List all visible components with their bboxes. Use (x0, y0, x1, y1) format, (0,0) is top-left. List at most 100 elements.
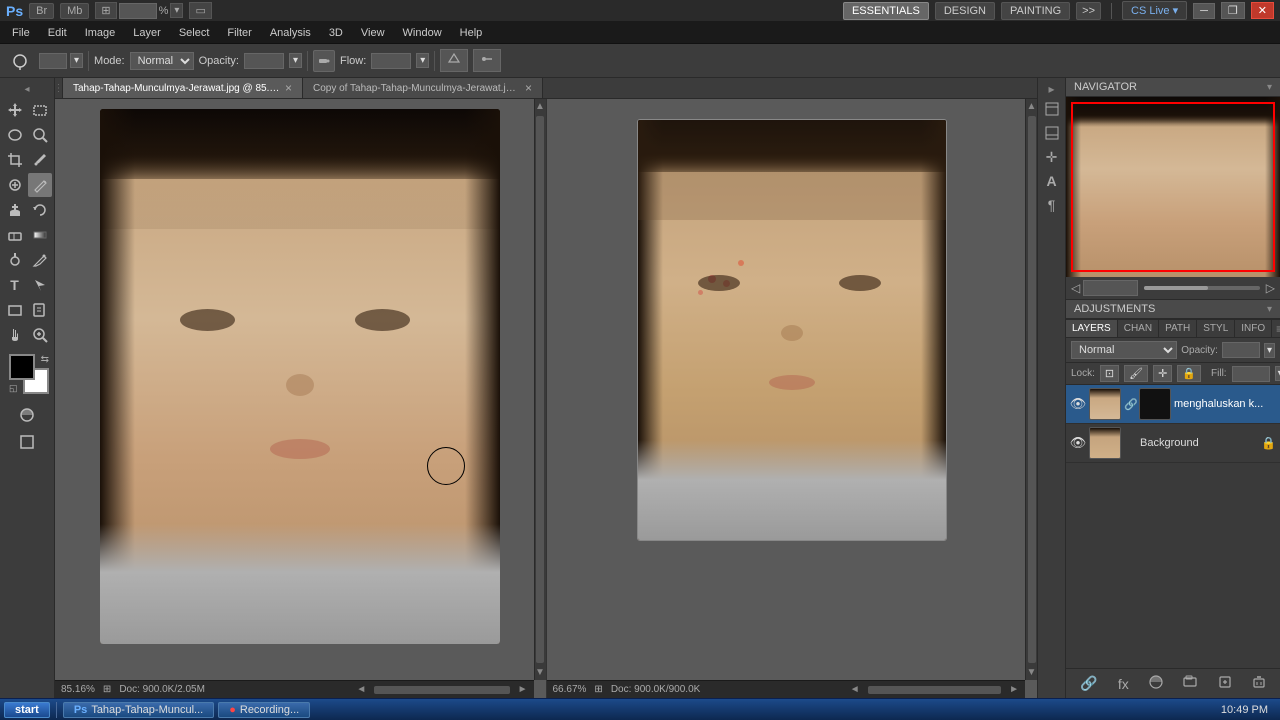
right-tool-5[interactable]: ¶ (1041, 194, 1063, 216)
menu-help[interactable]: Help (452, 25, 491, 41)
add-mask-btn[interactable] (1145, 673, 1167, 694)
essentials-btn[interactable]: ESSENTIALS (843, 2, 929, 20)
fill-dropdown[interactable]: ▾ (1275, 366, 1280, 381)
eyedropper-tool[interactable] (28, 148, 52, 172)
screen-btn[interactable]: ▭ (189, 2, 211, 19)
flow-input[interactable]: 100% (371, 53, 411, 69)
move-tool[interactable] (3, 98, 27, 122)
layer-item-menghaluskan[interactable]: 👁 🔗 menghaluskan k... (1066, 385, 1280, 424)
lasso-tool[interactable] (3, 123, 27, 147)
menu-file[interactable]: File (4, 25, 38, 41)
fill-input[interactable]: 100% (1232, 366, 1270, 382)
pen-tool[interactable] (28, 248, 52, 272)
quick-mask-btn[interactable] (15, 403, 39, 427)
bridge-button[interactable]: Br (29, 3, 54, 19)
menu-layer[interactable]: Layer (125, 25, 169, 41)
zoom-input[interactable]: 85.2 (119, 3, 157, 19)
styl-tab[interactable]: STYL (1197, 320, 1235, 337)
more-workspaces[interactable]: >> (1076, 2, 1101, 20)
nav-zoom-slider[interactable] (1144, 286, 1260, 290)
lock-image-btn[interactable]: 🖌 (1124, 365, 1148, 382)
mode-select[interactable]: Normal (130, 52, 194, 70)
menu-edit[interactable]: Edit (40, 25, 75, 41)
menu-analysis[interactable]: Analysis (262, 25, 319, 41)
menu-3d[interactable]: 3D (321, 25, 351, 41)
layer-style-btn[interactable]: fx (1114, 673, 1133, 694)
menu-image[interactable]: Image (77, 25, 124, 41)
navigator-collapse[interactable]: ▾ (1267, 82, 1272, 93)
rectangular-marquee-tool[interactable] (28, 98, 52, 122)
brush-size-down[interactable]: ▾ (70, 53, 83, 68)
adjustments-collapse[interactable]: ▾ (1267, 304, 1272, 315)
blend-mode-select[interactable]: Normal (1071, 341, 1177, 359)
opacity-input[interactable]: 100% (244, 53, 284, 69)
right-canvas[interactable]: ▲ ▼ 66.67% ⊞ Doc: 900.0K/900.0K ◄ ► (547, 99, 1038, 698)
right-tool-2[interactable] (1041, 122, 1063, 144)
path-select-tool[interactable] (28, 273, 52, 297)
nav-zoom-out[interactable]: ◁ (1071, 281, 1080, 295)
layer-eye-background[interactable]: 👁 (1070, 435, 1086, 451)
path-tab[interactable]: PATH (1159, 320, 1197, 337)
layer-item-background[interactable]: 👁 Background 🔒 (1066, 424, 1280, 463)
left-canvas-tab[interactable]: Tahap-Tahap-Munculmya-Jerawat.jpg @ 85.2… (63, 78, 303, 98)
lock-all-btn[interactable]: 🔒 (1177, 365, 1201, 382)
left-tab-close[interactable]: × (285, 81, 292, 95)
clone-stamp-tool[interactable] (3, 198, 27, 222)
swap-colors-icon[interactable]: ⇆ (41, 354, 49, 365)
zoom-control[interactable]: ⊞ 85.2 % ▾ (95, 2, 183, 19)
opacity-arrow[interactable]: ▾ (289, 53, 302, 68)
crop-tool[interactable] (3, 148, 27, 172)
new-layer-btn[interactable] (1214, 673, 1236, 694)
brush-tool[interactable] (28, 173, 52, 197)
menu-select[interactable]: Select (171, 25, 218, 41)
opacity-dropdown[interactable]: ▾ (1264, 343, 1275, 358)
left-scroll-left[interactable]: ◄ (356, 684, 366, 695)
default-colors-icon[interactable]: ◱ (9, 383, 18, 394)
eraser-tool[interactable] (3, 223, 27, 247)
brush-size-input[interactable]: 40 (39, 53, 67, 69)
painting-btn[interactable]: PAINTING (1001, 2, 1070, 20)
right-vscroll-down[interactable]: ▼ (1025, 665, 1037, 680)
taskbar-ps-item[interactable]: Ps Tahap-Tahap-Muncul... (63, 702, 214, 718)
design-btn[interactable]: DESIGN (935, 2, 995, 20)
right-vscroll-up[interactable]: ▲ (1025, 99, 1037, 114)
right-tool-1[interactable] (1041, 98, 1063, 120)
layers-tab[interactable]: LAYERS (1066, 320, 1118, 337)
menu-filter[interactable]: Filter (219, 25, 259, 41)
zoom-tool[interactable] (28, 323, 52, 347)
tablet-pressure-btn[interactable] (440, 49, 468, 72)
right-zoom-icon[interactable]: ⊞ (594, 684, 602, 695)
panel-toggle[interactable]: ▸ (1048, 82, 1054, 96)
vscroll-up[interactable]: ▲ (533, 99, 546, 114)
lock-transparent-btn[interactable]: ⊡ (1100, 365, 1119, 382)
history-brush-tool[interactable] (28, 198, 52, 222)
taskbar-recording-item[interactable]: ● Recording... (218, 702, 310, 718)
link-layers-btn[interactable]: 🔗 (1076, 673, 1101, 694)
flow-arrow[interactable]: ▾ (416, 53, 429, 68)
left-vscroll[interactable]: ▲ ▼ (534, 99, 546, 680)
gradient-tool[interactable] (28, 223, 52, 247)
vscroll-down[interactable]: ▼ (533, 665, 546, 680)
zoom-arrange[interactable]: ⊞ (95, 2, 116, 19)
right-scroll-right[interactable]: ► (1009, 684, 1019, 695)
right-tab-close[interactable]: × (525, 81, 532, 95)
menu-window[interactable]: Window (395, 25, 450, 41)
mini-button[interactable]: Mb (60, 3, 89, 19)
spot-healing-tool[interactable] (3, 173, 27, 197)
cs-live-btn[interactable]: CS Live ▾ (1122, 1, 1187, 20)
layer-opacity-input[interactable]: 100% (1222, 342, 1260, 358)
zoom-down[interactable]: ▾ (170, 3, 183, 18)
nav-zoom-in[interactable]: ▷ (1266, 281, 1275, 295)
foreground-color-swatch[interactable] (9, 354, 35, 380)
brush-settings-btn[interactable] (473, 49, 501, 72)
close-btn[interactable]: ✕ (1251, 2, 1274, 19)
text-tool[interactable]: T (3, 273, 27, 297)
nav-zoom-input[interactable]: 85.16% (1083, 280, 1138, 296)
rectangle-shape-tool[interactable] (3, 298, 27, 322)
right-tool-3[interactable]: ✛ (1041, 146, 1063, 168)
delete-layer-btn[interactable] (1248, 673, 1270, 694)
chan-tab[interactable]: CHAN (1118, 320, 1159, 337)
screen-mode-btn[interactable] (15, 430, 39, 454)
panel-collapse-left[interactable]: ◂ (0, 82, 54, 97)
airbrush-icon[interactable] (313, 50, 335, 72)
